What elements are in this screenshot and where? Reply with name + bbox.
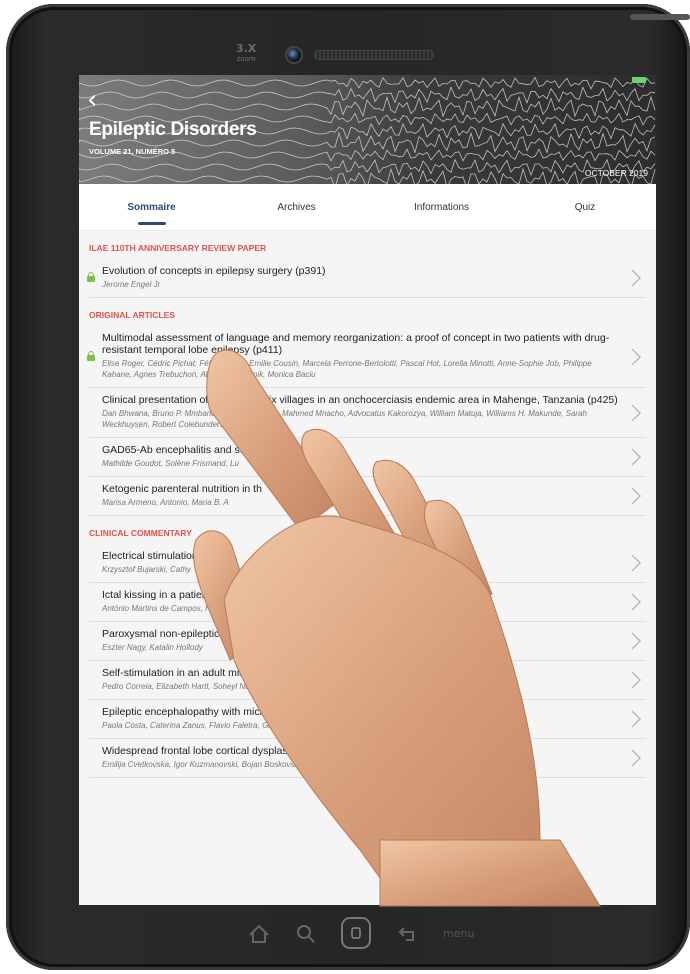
chevron-right-icon bbox=[630, 709, 642, 729]
zoom-label: 3.X zoom bbox=[236, 43, 256, 64]
article-authors: Mathilde Goudot, Solène Frismand, Lu bbox=[102, 459, 239, 468]
article-text: Self-stimulation in an adult misdiagno Pe… bbox=[102, 667, 618, 692]
article-text: Epileptic encephalopathy with microcepha… bbox=[102, 706, 618, 731]
article-title: Evolution of concepts in epilepsy surger… bbox=[102, 265, 326, 277]
tab-informations[interactable]: Informations bbox=[369, 184, 514, 231]
chevron-right-icon bbox=[630, 670, 642, 690]
journal-title: Epileptic Disorders bbox=[89, 119, 257, 140]
chevron-right-icon bbox=[630, 631, 642, 651]
article-text: GAD65-Ab encephalitis and sub Mathilde Go… bbox=[102, 444, 618, 469]
article-text: Evolution of concepts in epilepsy surger… bbox=[102, 265, 618, 290]
chevron-right-icon bbox=[630, 748, 642, 768]
article-row[interactable]: Multimodal assessment of language and me… bbox=[87, 326, 646, 388]
article-row[interactable]: Evolution of concepts in epilepsy surger… bbox=[87, 259, 646, 298]
article-row[interactable]: Clinical presentation of epilepsy in six… bbox=[89, 388, 646, 438]
article-authors: Emilija Cvetkovska, Igor Kuzmanovski, Bo… bbox=[102, 760, 365, 769]
issue-date: OCTOBER 2019 bbox=[584, 168, 648, 178]
article-row[interactable]: Ictal kissing in a patient v António Mart… bbox=[89, 583, 646, 622]
article-list: ILAE 110TH ANNIVERSARY REVIEW PAPER Evolu… bbox=[79, 237, 656, 778]
article-title: Ictal kissing in a patient v bbox=[102, 589, 219, 601]
article-row[interactable]: Ketogenic parenteral nutrition in th Mari… bbox=[89, 477, 646, 516]
article-authors: António Martins de Campos, He bbox=[102, 604, 216, 613]
tab-sommaire[interactable]: Sommaire bbox=[79, 184, 224, 231]
article-title: Widespread frontal lobe cortical dysplas… bbox=[102, 745, 432, 757]
back-button[interactable]: ‹ bbox=[87, 87, 97, 113]
article-authors: Marisa Armeno, Antonio, Maria B. A bbox=[102, 498, 229, 507]
article-text: Ketogenic parenteral nutrition in th Mari… bbox=[102, 483, 618, 508]
chevron-right-icon bbox=[630, 486, 642, 506]
chevron-right-icon bbox=[630, 447, 642, 467]
tablet-edge bbox=[630, 14, 690, 20]
eeg-trace bbox=[79, 158, 656, 177]
tab-bar: Sommaire Archives Informations Quiz bbox=[79, 184, 656, 231]
volume-label: VOLUME 21, NUMÉRO 5 bbox=[89, 147, 176, 156]
tab-quiz[interactable]: Quiz bbox=[514, 184, 656, 231]
chevron-right-icon bbox=[630, 553, 642, 573]
article-title: GAD65-Ab encephalitis and sub bbox=[102, 444, 252, 456]
article-row[interactable]: GAD65-Ab encephalitis and sub Mathilde Go… bbox=[89, 438, 646, 477]
article-text: Clinical presentation of epilepsy in six… bbox=[102, 394, 618, 430]
home-icon[interactable] bbox=[248, 924, 270, 944]
back-arrow-icon[interactable] bbox=[398, 924, 420, 944]
section-header: ILAE 110TH ANNIVERSARY REVIEW PAPER bbox=[89, 243, 267, 253]
article-row[interactable]: Self-stimulation in an adult misdiagno Pe… bbox=[89, 661, 646, 700]
menu-label[interactable]: menu bbox=[443, 927, 474, 940]
article-authors: Elise Roger, Cédric Pichat, Félix Renard… bbox=[102, 359, 592, 379]
article-authors: Jerome Engel Jr bbox=[102, 280, 161, 289]
open-lock-icon bbox=[87, 272, 95, 282]
article-authors: Krzysztof Bujarski, Cathy bbox=[102, 565, 191, 574]
article-authors: Eszter Nagy, Katalin Hollody bbox=[102, 643, 203, 652]
battery-icon bbox=[632, 77, 646, 83]
article-authors: Paola Costa, Caterina Zanus, Flavio Fale… bbox=[102, 721, 330, 730]
article-text: Widespread frontal lobe cortical dysplas… bbox=[102, 745, 618, 770]
article-title: Epileptic encephalopathy with microcepha… bbox=[102, 706, 482, 718]
tab-archives[interactable]: Archives bbox=[224, 184, 369, 231]
article-row[interactable]: Epileptic encephalopathy with microcepha… bbox=[89, 700, 646, 739]
eeg-trace bbox=[79, 76, 656, 90]
article-title: Ketogenic parenteral nutrition in th bbox=[102, 483, 262, 495]
open-lock-icon bbox=[87, 350, 95, 361]
article-row[interactable]: Widespread frontal lobe cortical dysplas… bbox=[89, 739, 646, 778]
article-title: Multimodal assessment of language and me… bbox=[102, 332, 610, 356]
article-text: Paroxysmal non-epileptic even Eszter Nagy… bbox=[102, 628, 618, 653]
article-title: Self-stimulation in an adult misdiagno bbox=[102, 667, 276, 679]
article-title: Paroxysmal non-epileptic even bbox=[102, 628, 245, 640]
speaker-grille bbox=[314, 50, 434, 60]
section-header: CLINICAL COMMENTARY bbox=[89, 528, 192, 538]
zoom-sub-text: zoom bbox=[236, 55, 256, 63]
device-navbar: menu bbox=[230, 916, 490, 950]
square-home-button[interactable] bbox=[338, 916, 374, 950]
chevron-right-icon bbox=[630, 347, 642, 367]
section-header: ORIGINAL ARTICLES bbox=[89, 310, 175, 320]
article-row[interactable]: Paroxysmal non-epileptic even Eszter Nagy… bbox=[89, 622, 646, 661]
article-text: Electrical stimulation Krzysztof Bujarski… bbox=[102, 550, 618, 575]
article-text: Multimodal assessment of language and me… bbox=[102, 332, 618, 380]
camera-icon bbox=[285, 46, 303, 64]
search-icon[interactable] bbox=[296, 924, 316, 944]
journal-header: ‹ Epileptic Disorders VOLUME 21, NUMÉRO … bbox=[79, 75, 656, 184]
app-screen: ‹ Epileptic Disorders VOLUME 21, NUMÉRO … bbox=[79, 75, 656, 905]
chevron-right-icon bbox=[630, 403, 642, 423]
chevron-right-icon bbox=[630, 592, 642, 612]
article-authors: Dan Bhwana, Bruno P. Mmbando, Joseph Dek… bbox=[102, 409, 587, 429]
article-authors: Pedro Correia, Elizabeth Hartl, Soheyl N… bbox=[102, 682, 272, 691]
article-title: Clinical presentation of epilepsy in six… bbox=[102, 394, 618, 406]
article-title: Electrical stimulation bbox=[102, 550, 198, 562]
article-row[interactable]: Electrical stimulation Krzysztof Bujarski… bbox=[89, 544, 646, 583]
chevron-right-icon bbox=[630, 268, 642, 288]
eeg-trace bbox=[79, 95, 656, 118]
article-text: Ictal kissing in a patient v António Mart… bbox=[102, 589, 618, 614]
